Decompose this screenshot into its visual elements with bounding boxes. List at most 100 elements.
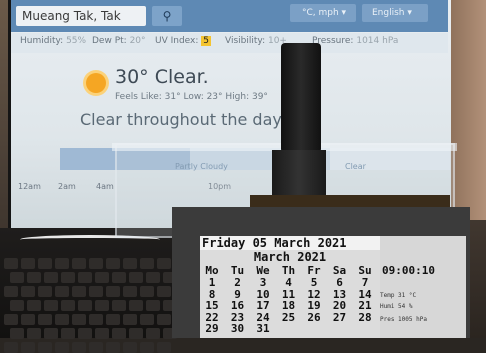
search-button[interactable]: ⚲ [152,6,182,26]
keyboard-key [129,328,143,339]
keyboard-key [38,258,52,269]
calendar-day: 26 [307,310,321,324]
humidity-stat: Humidity: 55% [20,36,87,46]
keyboard-key [72,258,86,269]
keyboard-key [95,272,109,283]
keyboard-key [157,342,171,353]
keyboard-key [146,328,160,339]
feels-like-line: Feels Like: 31° Low: 23° High: 39° [115,92,268,102]
lcd-pressure-reading: Pres 1005 hPa [380,316,427,323]
keyboard-key [27,328,41,339]
keyboard-key [27,300,41,311]
keyboard-key [44,300,58,311]
keyboard-key [146,300,160,311]
keyboard-key [27,272,41,283]
keyboard-key [10,272,24,283]
keyboard-key [106,286,120,297]
keyboard-key [89,286,103,297]
lcd-clock: 09:00:10 [382,264,435,277]
keyboard-key [157,258,171,269]
hour-label: 12am [18,182,41,191]
keyboard-key [55,286,69,297]
keyboard-key [10,328,24,339]
location-search-input[interactable]: Mueang Tak, Tak [16,6,146,26]
calendar-month-title: March 2021 [253,250,327,264]
keyboard-key [140,258,154,269]
keyboard-key [129,272,143,283]
uv-badge: 5 [201,36,212,46]
calendar-day: 28 [358,310,372,324]
keyboard-key [129,300,143,311]
lcd-date-header: Friday 05 March 2021 [200,236,380,250]
keyboard-key [123,258,137,269]
keyboard-key [78,300,92,311]
keyboard-key [78,328,92,339]
keyboard-key [123,314,137,325]
keyboard-key [21,258,35,269]
keyboard-key [21,342,35,353]
keyboard-key [123,286,137,297]
units-select[interactable]: °C, mph ▾ [290,4,356,22]
calendar-day: 29 [205,322,219,335]
keyboard-key [146,272,160,283]
keyboard-key [112,272,126,283]
keyboard-key [95,300,109,311]
sun-icon [86,73,106,93]
keyboard-key [4,342,18,353]
calendar-day: 25 [281,310,296,324]
laptop-keyboard [0,228,177,353]
uv-stat: UV Index: 5 [155,36,212,46]
keyboard-key [157,314,171,325]
keyboard-key [4,258,18,269]
keyboard-key [112,328,126,339]
visibility-stat: Visibility: 10+ [225,36,287,46]
keyboard-key [21,286,35,297]
search-icon: ⚲ [162,9,172,23]
keyboard-key [112,300,126,311]
lcd-humidity-reading: Humi 54 % [380,303,413,310]
keyboard-key [44,272,58,283]
lcd-temp-reading: Temp 31 °C [380,292,417,299]
keyboard-key [4,286,18,297]
keyboard-key [140,342,154,353]
keyboard-key [61,272,75,283]
keyboard-key [55,314,69,325]
keyboard-key [38,286,52,297]
keyboard-key [140,314,154,325]
keyboard-key [44,328,58,339]
current-temp-condition: 30° Clear. [115,66,209,88]
keyboard-key [38,342,52,353]
keyboard-key [106,342,120,353]
keyboard-key [72,286,86,297]
daily-summary: Clear throughout the day. [80,110,285,129]
keyboard-key [123,342,137,353]
keyboard-key [55,258,69,269]
keyboard-key [106,314,120,325]
keyboard-key [4,314,18,325]
keyboard-key [95,328,109,339]
keyboard-key [72,314,86,325]
calendar-day: 31 [256,322,270,335]
keyboard-key [61,300,75,311]
hour-label: 2am [58,182,76,191]
hour-label: 4am [96,182,114,191]
keyboard-key [157,286,171,297]
keyboard-key [78,272,92,283]
calendar-day: 30 [230,322,245,335]
keyboard-key [89,342,103,353]
keyboard-key [72,342,86,353]
keyboard-key [21,314,35,325]
dewpoint-stat: Dew Pt: 20° [92,36,146,46]
keyboard-key [38,314,52,325]
keyboard-key [61,328,75,339]
keyboard-key [106,258,120,269]
keyboard-key [89,314,103,325]
language-select[interactable]: English ▾ [362,4,428,22]
keyboard-key [10,300,24,311]
keyboard-key [140,286,154,297]
keyboard-key [89,258,103,269]
pressure-stat: Pressure: 1014 hPa [312,36,399,46]
keyboard-key [55,342,69,353]
calendar-day: 27 [332,310,347,324]
sensor-mast [281,43,321,153]
